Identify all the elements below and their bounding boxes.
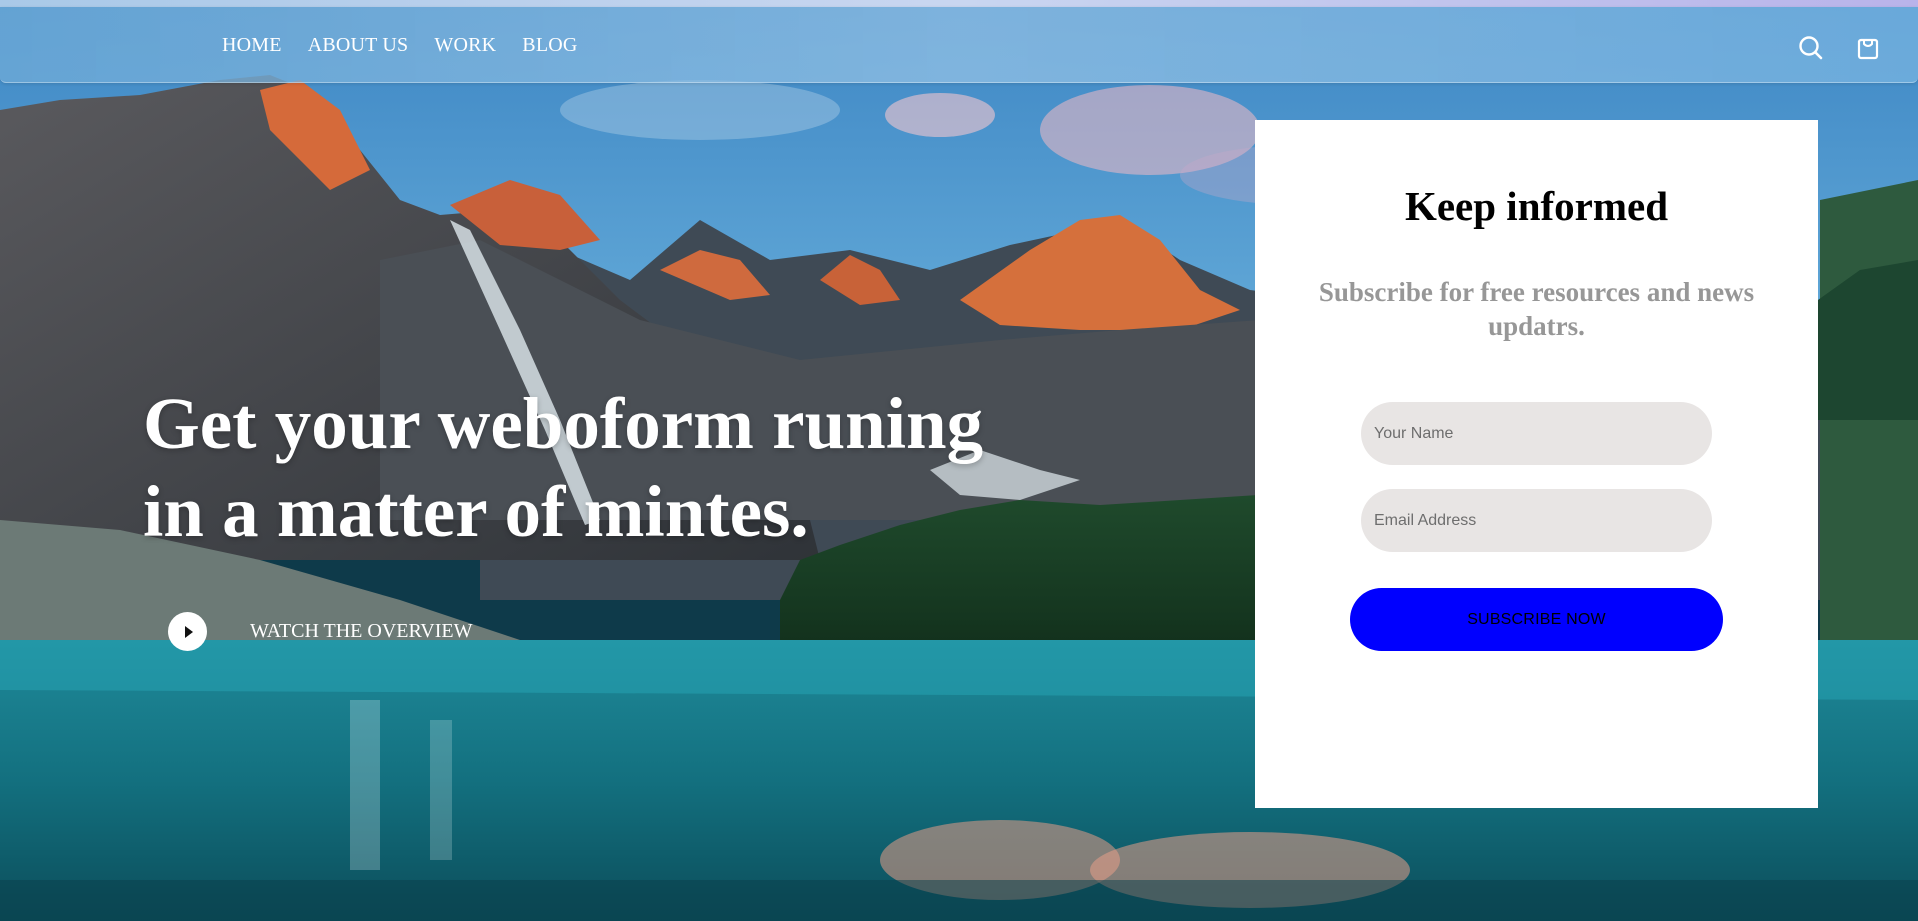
name-field[interactable] — [1361, 402, 1712, 465]
watch-overview-link[interactable]: WATCH THE OVERVIEW — [168, 612, 472, 651]
top-navbar: HOME ABOUT US WORK BLOG — [0, 7, 1918, 83]
top-accent-bar — [0, 0, 1918, 7]
nav-blog-link[interactable]: BLOG — [522, 34, 577, 57]
hero-title: Get your weboform runing in a matter of … — [143, 380, 1043, 556]
hero-title-line-2: in a matter of mintes. — [143, 471, 809, 552]
play-icon — [184, 625, 193, 638]
watch-overview-label: WATCH THE OVERVIEW — [250, 620, 473, 642]
subscribe-button[interactable]: SUBSCRIBE NOW — [1350, 588, 1723, 651]
play-button[interactable] — [168, 612, 207, 651]
hero-title-line-1: Get your weboform runing — [143, 383, 984, 464]
subscribe-card: Keep informed Subscribe for free resourc… — [1255, 120, 1818, 808]
nav-work-link[interactable]: WORK — [434, 34, 496, 57]
nav-about-us-link[interactable]: ABOUT US — [308, 34, 409, 57]
subscribe-subtitle: Subscribe for free resources and news up… — [1318, 277, 1755, 341]
subscribe-title: Keep informed — [1404, 183, 1669, 229]
search-icon[interactable] — [1796, 33, 1826, 63]
nav-links: HOME ABOUT US WORK BLOG — [222, 34, 578, 57]
nav-home-link[interactable]: HOME — [222, 34, 282, 57]
cart-icon[interactable] — [1853, 33, 1883, 63]
email-field[interactable] — [1361, 489, 1712, 552]
